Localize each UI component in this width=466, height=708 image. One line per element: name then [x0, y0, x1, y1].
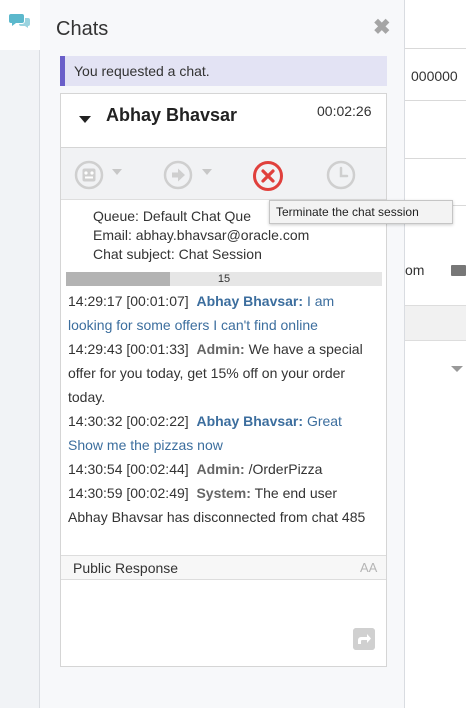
- progress-bar: 15: [66, 272, 382, 286]
- message-author: Admin:: [196, 341, 245, 357]
- terminate-icon[interactable]: [252, 160, 284, 192]
- message-author: Abhay Bhavsar:: [196, 293, 304, 309]
- message-timestamp: 14:30:59 [00:02:49]: [68, 485, 189, 501]
- message-timestamp: 14:29:43 [00:01:33]: [68, 341, 189, 357]
- chat-transcript[interactable]: 14:29:17 [00:01:07] Abhay Bhavsar: I am …: [61, 289, 386, 554]
- terminate-tooltip: Terminate the chat session: [269, 200, 453, 224]
- message: 14:29:17 [00:01:07] Abhay Bhavsar: I am …: [68, 289, 378, 337]
- message-author: Abhay Bhavsar:: [196, 413, 304, 429]
- message: 14:29:43 [00:01:33] Admin: We have a spe…: [68, 337, 378, 409]
- message-timestamp: 14:30:32 [00:02:22]: [68, 413, 189, 429]
- message-text: /OrderPizza: [248, 461, 323, 477]
- background-page: 000000 om: [405, 0, 466, 708]
- divider: [405, 48, 466, 49]
- chat-bubbles-icon: [9, 14, 30, 28]
- chat-session-card: Abhay Bhavsar 00:02:26 Queue: Default Ch…: [60, 93, 387, 667]
- mail-icon[interactable]: [451, 265, 466, 276]
- response-textarea[interactable]: [61, 581, 386, 666]
- message-timestamp: 14:29:17 [00:01:07]: [68, 293, 189, 309]
- chevron-down-icon[interactable]: [451, 366, 463, 372]
- chat-toolbar: [61, 148, 386, 200]
- close-icon[interactable]: ✖: [373, 17, 391, 38]
- divider: [405, 158, 466, 159]
- chats-panel: Chats ✖ You requested a chat. Abhay Bhav…: [40, 0, 405, 708]
- left-rail: [0, 0, 40, 708]
- emoji-dropdown-icon[interactable]: [112, 169, 122, 175]
- message: 14:30:54 [00:02:44] Admin: /OrderPizza: [68, 457, 378, 481]
- progress-value: 15: [217, 273, 231, 285]
- background-field-value: 000000: [411, 68, 458, 84]
- collapse-icon[interactable]: [79, 116, 91, 123]
- forward-icon[interactable]: [163, 160, 193, 190]
- response-type-label: Public Response: [73, 560, 179, 576]
- message: 14:30:32 [00:02:22] Abhay Bhavsar: Great…: [68, 409, 378, 457]
- emoji-icon[interactable]: [74, 160, 104, 190]
- chat-request-notice: You requested a chat.: [60, 56, 387, 86]
- background-row: [405, 305, 466, 341]
- subject-text: Chat subject: Chat Session: [93, 246, 262, 262]
- email-text: Email: abhay.bhavsar@oracle.com: [93, 227, 310, 243]
- response-type-bar[interactable]: Public Response AA: [61, 555, 386, 580]
- chat-rail-tab[interactable]: [0, 0, 40, 50]
- chat-timer: 00:02:26: [317, 103, 372, 119]
- customer-name: Abhay Bhavsar: [106, 105, 238, 125]
- background-text-fragment: om: [405, 262, 425, 278]
- message-author: System:: [196, 485, 251, 501]
- forward-dropdown-icon[interactable]: [202, 169, 212, 175]
- font-size-icon[interactable]: AA: [360, 560, 377, 575]
- panel-title: Chats: [56, 18, 109, 40]
- divider: [405, 100, 466, 101]
- message-timestamp: 14:30:54 [00:02:44]: [68, 461, 189, 477]
- clock-icon[interactable]: [326, 160, 356, 190]
- chat-header[interactable]: Abhay Bhavsar 00:02:26: [61, 94, 386, 148]
- message: 14:30:59 [00:02:49] System: The end user…: [68, 481, 378, 529]
- send-icon[interactable]: [353, 628, 375, 650]
- message-author: Admin:: [196, 461, 245, 477]
